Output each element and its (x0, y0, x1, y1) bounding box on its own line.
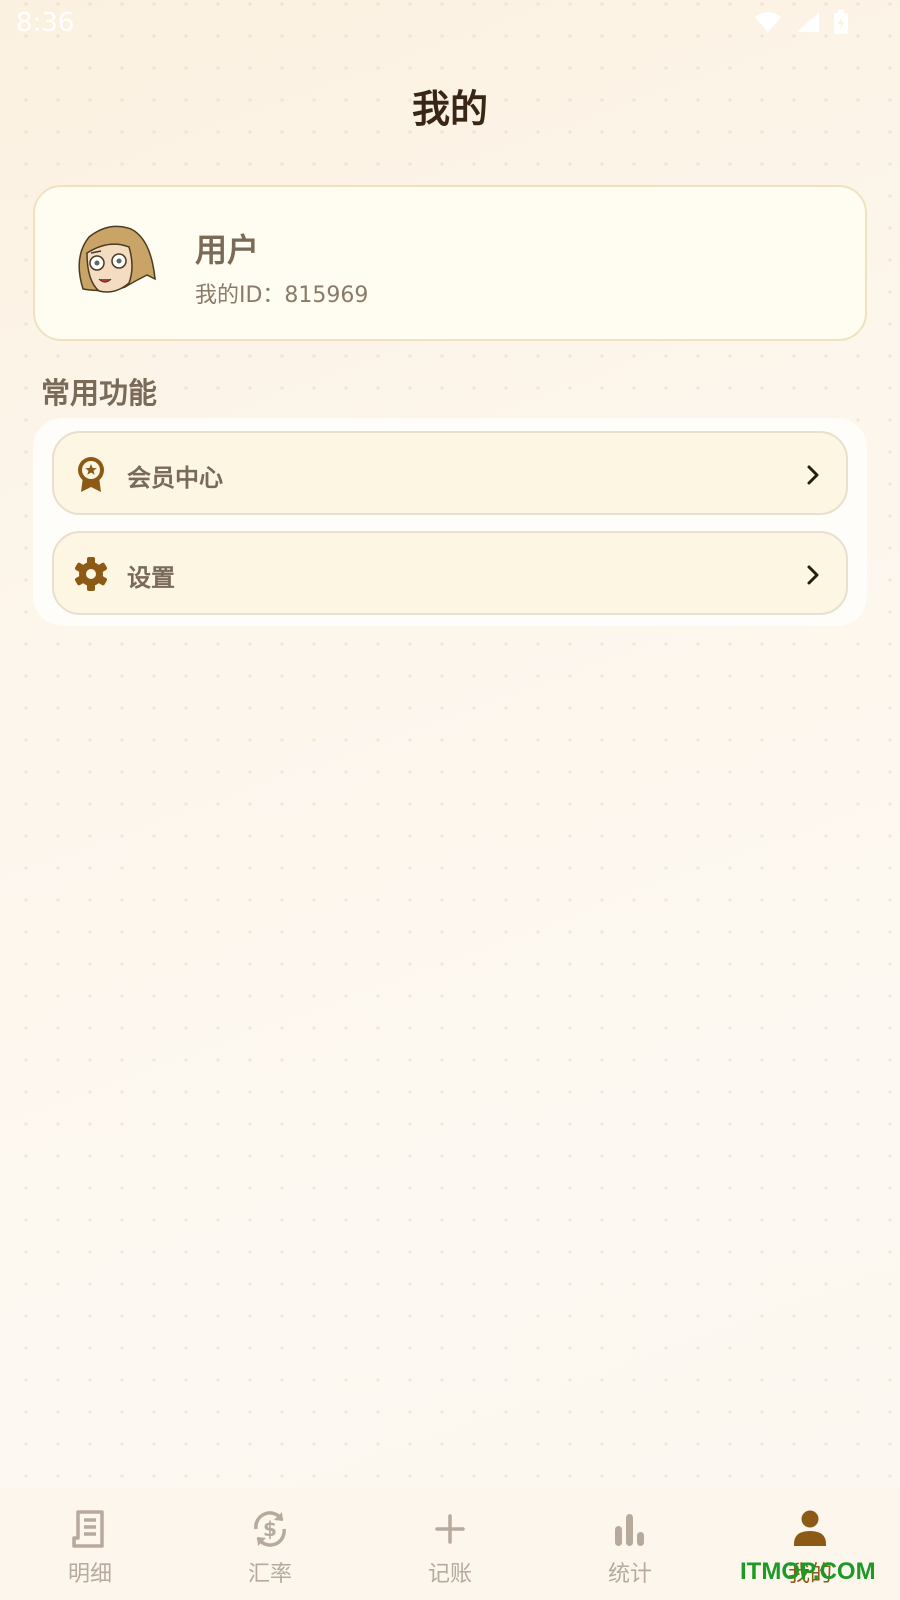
medal-icon (78, 457, 104, 492)
tab-label-statistics: 统计 (607, 1562, 652, 1587)
gear-icon (75, 557, 107, 591)
battery-icon (834, 10, 848, 34)
tab-statistics[interactable]: 统计 (540, 1488, 720, 1600)
page-title: 我的 (411, 87, 488, 131)
chevron-right-icon (807, 465, 819, 485)
menu-label-settings: 设置 (127, 564, 175, 592)
tab-label-details: 明细 (67, 1562, 112, 1587)
section-title: 常用功能 (41, 376, 158, 410)
receipt-icon (72, 1510, 104, 1548)
user-name: 用户 (195, 231, 260, 269)
status-icons (754, 10, 848, 34)
status-time: 8:36 (16, 8, 75, 38)
wifi-icon (755, 12, 781, 32)
status-bar: 8:36 (0, 0, 900, 50)
svg-text:$: $ (263, 1517, 277, 1541)
menu-panel: 会员中心 设置 (33, 418, 867, 626)
user-id: 我的ID：815969 (195, 283, 369, 308)
menu-label-membership: 会员中心 (127, 464, 223, 492)
currency-exchange-icon: $ (254, 1511, 286, 1547)
chevron-right-icon (807, 565, 819, 585)
watermark: ITMOP.COM (740, 1558, 876, 1585)
menu-item-membership[interactable]: 会员中心 (52, 431, 848, 515)
menu-item-settings[interactable]: 设置 (52, 531, 848, 615)
signal-icon (797, 12, 819, 32)
tab-add-record[interactable]: 记账 (360, 1488, 540, 1600)
tab-label-add-record: 记账 (427, 1562, 472, 1587)
avatar[interactable] (69, 217, 161, 309)
plus-icon (435, 1514, 465, 1544)
tab-label-exchange-rate: 汇率 (247, 1562, 292, 1587)
bar-chart-icon (615, 1514, 644, 1546)
person-icon (794, 1510, 826, 1546)
tab-details[interactable]: 明细 (0, 1488, 180, 1600)
tab-exchange-rate[interactable]: $ 汇率 (180, 1488, 360, 1600)
profile-card[interactable]: 用户 我的ID：815969 (33, 185, 867, 341)
